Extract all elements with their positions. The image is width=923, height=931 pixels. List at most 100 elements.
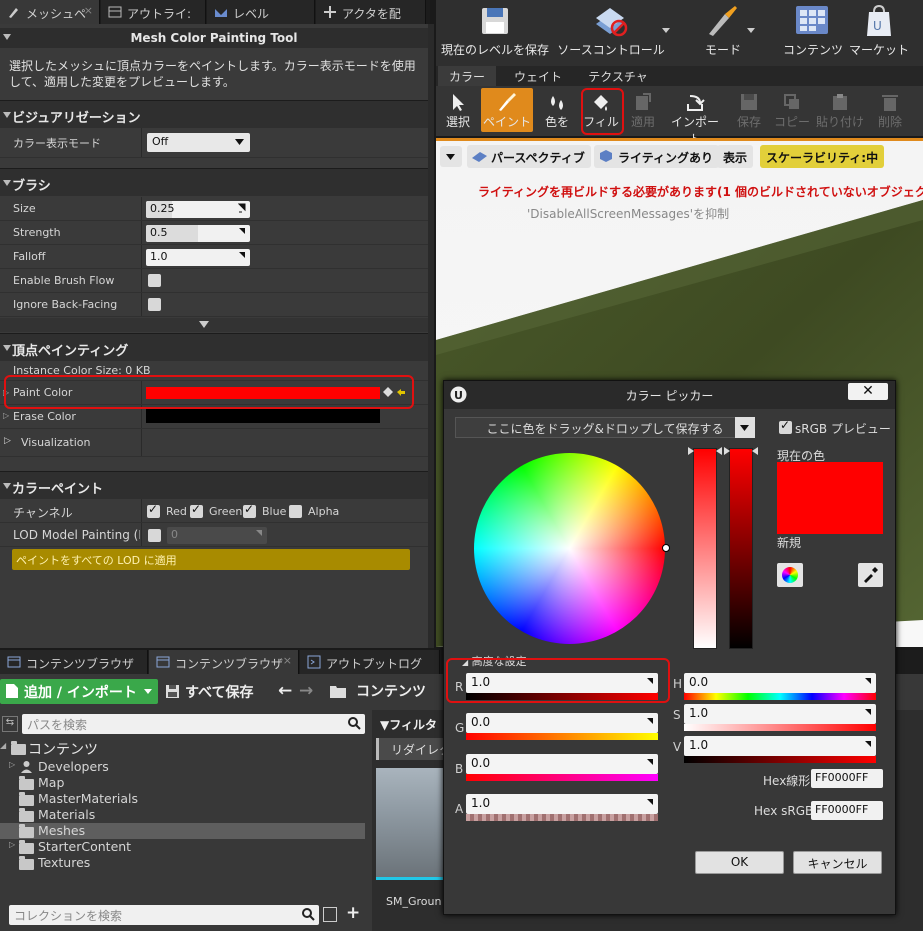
forward-arrow-icon[interactable]: → [299,681,313,701]
apply-all-lod-button[interactable]: ペイントをすべての LOD に適用 [12,549,410,570]
alpha-channel-checkbox[interactable] [289,505,302,518]
tab-levels[interactable]: レベル [207,0,315,24]
erase-color-swatch[interactable] [146,409,380,423]
tab-color[interactable]: カラー [438,66,496,86]
color-theme-dropzone[interactable]: ここに色をドラッグ&ドロップして保存する [455,417,755,438]
apply-button[interactable]: 適用 [621,88,665,132]
red-channel-checkbox[interactable] [147,502,160,518]
search-collections-input[interactable]: コレクションを検索 [9,905,319,925]
back-arrow-icon[interactable]: ← [278,681,292,701]
hex-linear-field[interactable]: FF0000FF [811,769,883,788]
color-theme-dropdown[interactable] [735,417,755,438]
ok-button[interactable]: OK [695,851,784,874]
select-tool-button[interactable]: 選択 [436,88,480,132]
saturation-slider[interactable] [693,448,717,649]
eyedropper-button[interactable] [858,563,883,587]
chevron-down-icon[interactable] [3,34,11,40]
s-field[interactable]: 1.0 [684,704,876,724]
hex-srgb-field[interactable]: FF0000FF [811,801,883,820]
b-field[interactable]: 0.0 [466,754,658,774]
section-visualization[interactable]: ビジュアリゼーション [0,100,428,128]
green-channel-checkbox[interactable] [190,502,203,518]
save-level-button[interactable]: 現在のレベルを保存 [440,0,550,64]
v-field[interactable]: 1.0 [684,736,876,756]
color-wheel-mode-button[interactable] [777,563,803,587]
collapse-arrow-icon: ◢ [0,741,7,750]
tab-content-browser-1[interactable]: コンテンツブラウザ [0,650,148,674]
color-view-dropdown[interactable]: Off [147,133,250,152]
brush-flow-checkbox[interactable] [148,274,161,287]
section-vertex-painting[interactable]: 頂点ペインティング [0,333,428,361]
tree-item-meshes[interactable]: Meshes [0,823,365,839]
tab-output-log[interactable]: アウトプットログ [300,650,440,674]
color-wheel-selector[interactable] [662,544,670,552]
tab-place-actors[interactable]: アクタを配 [316,0,426,24]
strength-field[interactable]: 0.5 [146,225,250,242]
lod-index-field[interactable]: 0 [167,527,267,544]
lod-painting-checkbox[interactable] [148,529,161,542]
breadcrumb-path[interactable]: コンテンツ [356,681,426,701]
content-button[interactable]: コンテンツ [778,0,848,64]
tree-item-developers[interactable]: ▷ Developers [0,759,365,775]
swap-colors-button[interactable]: 色を [535,88,579,132]
left-panel-scroll-track[interactable] [428,24,434,648]
show-button[interactable]: 表示 [717,145,754,168]
viewport-options-button[interactable] [440,146,462,167]
expand-arrow-icon[interactable]: ▷ [3,411,9,420]
perspective-button[interactable]: パースペクティブ [467,145,591,168]
filters-button[interactable]: ▼フィルタ [376,714,446,734]
srgb-preview-checkbox[interactable] [779,418,792,434]
chevron-down-icon[interactable] [747,28,755,33]
h-value: 0.0 [689,675,709,689]
expand-arrow-icon[interactable]: ▷ [4,436,11,446]
redirector-chip[interactable]: リダイレク [376,738,446,760]
back-facing-checkbox[interactable] [148,298,161,311]
visualization-label[interactable]: Visualization [21,436,90,449]
h-field[interactable]: 0.0 [684,673,876,693]
tree-item-textures[interactable]: Textures [0,855,365,871]
add-collection-icon[interactable]: + [346,903,360,923]
tab-texture[interactable]: テクスチャ [580,66,656,86]
copy-button[interactable]: コピー [770,88,814,132]
source-control-button[interactable]: ソースコントロール [556,0,666,64]
tree-root[interactable]: ◢ コンテンツ [0,739,365,758]
search-paths-input[interactable]: パスを検索 [22,714,365,734]
expand-advanced-bar[interactable] [0,318,428,332]
blue-channel-checkbox[interactable] [243,502,256,518]
tree-item-mastermaterials[interactable]: MasterMaterials [0,791,365,807]
a-field[interactable]: 1.0 [466,794,658,814]
section-brush[interactable]: ブラシ [0,168,428,196]
tab-weight[interactable]: ウェイト [500,66,576,86]
paint-tool-button[interactable]: ペイント [481,88,533,132]
delete-button[interactable]: 削除 [868,88,912,132]
value-slider[interactable] [729,448,753,649]
tab-mesh-paint[interactable]: メッシュペ × [0,0,100,24]
marketplace-button[interactable]: U マーケット [846,0,912,64]
add-import-button[interactable]: 追加 / インポート [0,679,158,704]
section-color-paint[interactable]: カラーペイント [0,471,428,499]
source-panel-toggle[interactable]: ⇆ [2,716,18,732]
scalability-button[interactable]: スケーラビリティ:中 [760,145,885,168]
falloff-field[interactable]: 1.0 [146,249,250,266]
size-field[interactable]: 0.25 [146,201,250,218]
tab-outliner[interactable]: アウトライ: [101,0,206,24]
tree-item-startercontent[interactable]: ▷ StarterContent [0,839,365,855]
close-icon[interactable]: × [283,654,292,667]
tree-item-map[interactable]: Map [0,775,365,791]
warning-text: ライティングを再ビルドする必要があります(1 個のビルドされていないオブジェク [478,185,923,199]
collections-list-icon[interactable] [323,907,337,922]
g-field[interactable]: 0.0 [466,713,658,733]
save-button[interactable]: 保存 [727,88,771,132]
asset-thumbnail[interactable] [376,768,446,880]
paste-button[interactable]: 貼り付け [815,88,865,132]
lighting-button[interactable]: ライティングあり [594,145,720,168]
save-all-button[interactable]: すべて保存 [166,680,253,704]
import-button[interactable]: インポート [666,88,724,146]
color-wheel[interactable] [474,453,665,644]
close-icon[interactable]: × [84,4,93,17]
tree-item-materials[interactable]: Materials [0,807,365,823]
close-button[interactable]: ✕ [848,383,888,400]
cancel-button[interactable]: キャンセル [793,851,882,874]
tab-content-browser-2[interactable]: コンテンツブラウザ × [149,650,299,674]
chevron-down-icon[interactable] [662,28,670,33]
